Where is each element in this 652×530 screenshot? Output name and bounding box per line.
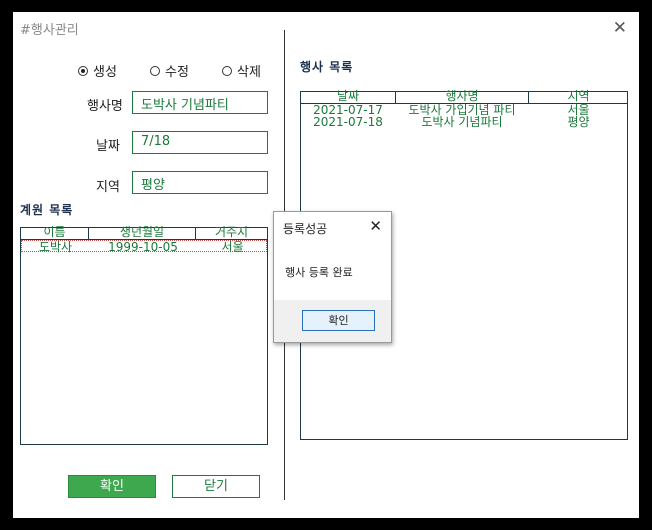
close-button[interactable]: 닫기 — [172, 475, 260, 498]
region-label: 지역 — [96, 180, 120, 195]
event-col-date[interactable]: 날짜 — [301, 90, 395, 102]
radio-edit[interactable]: 수정 — [150, 61, 189, 80]
date-field[interactable]: 7/18 — [132, 131, 268, 154]
title-bar: #행사관리 ✕ — [13, 12, 639, 42]
radio-delete[interactable]: 삭제 — [222, 61, 261, 80]
dialog-footer: 확인 — [274, 300, 391, 342]
event-name-field[interactable]: 도박사 기념파티 — [132, 91, 268, 114]
confirm-button[interactable]: 확인 — [68, 475, 156, 498]
member-col-name[interactable]: 이름 — [21, 226, 88, 238]
success-dialog: 등록성공 ✕ 행사 등록 완료 확인 — [273, 211, 392, 343]
radio-delete-label: 삭제 — [237, 65, 261, 80]
event-name: 도박사 기념파티 — [421, 115, 503, 129]
member-list-title: 계원 목록 — [20, 203, 74, 217]
event-list-title: 행사 목록 — [300, 60, 354, 74]
dialog-ok-button[interactable]: 확인 — [302, 310, 375, 331]
window-close-icon[interactable]: ✕ — [613, 18, 627, 38]
dialog-message: 행사 등록 완료 — [285, 266, 353, 279]
member-birth: 1999-10-05 — [108, 240, 178, 254]
radio-create-label: 생성 — [93, 65, 117, 80]
date-label: 날짜 — [96, 139, 120, 154]
region-field[interactable]: 평양 — [132, 171, 268, 194]
dialog-close-icon[interactable]: ✕ — [369, 217, 382, 235]
event-row[interactable]: 2021-07-18 도박사 기념파티 평양 — [301, 116, 627, 128]
radio-edit-label: 수정 — [165, 65, 189, 80]
radio-edit-indicator[interactable] — [150, 65, 160, 76]
event-date: 2021-07-18 — [313, 115, 383, 129]
event-name-label: 행사명 — [87, 99, 123, 114]
member-list[interactable]: 이름 생년월일 거주지 도박사 1999-10-05 서울 — [20, 226, 268, 445]
event-col-name[interactable]: 행사명 — [396, 90, 528, 102]
member-col-birth[interactable]: 생년월일 — [89, 226, 195, 238]
event-col-region[interactable]: 지역 — [529, 90, 628, 102]
radio-create[interactable]: 생성 — [78, 61, 117, 80]
member-residence: 서울 — [221, 240, 244, 254]
member-list-header: 이름 생년월일 거주지 — [21, 226, 267, 240]
window-title: #행사관리 — [20, 23, 79, 38]
event-region: 평양 — [567, 115, 590, 129]
radio-create-indicator[interactable] — [78, 65, 88, 76]
dialog-title: 등록성공 — [283, 222, 328, 236]
radio-delete-indicator[interactable] — [222, 65, 232, 76]
member-row[interactable]: 도박사 1999-10-05 서울 — [21, 240, 267, 254]
member-name: 도박사 — [38, 240, 73, 254]
member-col-residence[interactable]: 거주지 — [196, 226, 267, 238]
